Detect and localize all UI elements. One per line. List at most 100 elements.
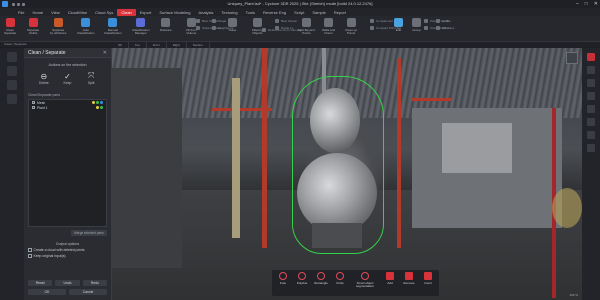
ribbon-small-label: Fill Holes xyxy=(442,26,455,30)
menu-tab[interactable]: Analysis xyxy=(194,9,217,16)
measure-icon[interactable] xyxy=(587,131,595,139)
red-pipe xyxy=(262,48,267,248)
part-checkbox[interactable] xyxy=(32,106,35,109)
ribbon-small-item[interactable]: Single xyxy=(212,19,226,24)
ribbon-button[interactable]: Separate Visible xyxy=(27,18,39,36)
close-button[interactable]: ✕ xyxy=(594,1,598,7)
menu-tab[interactable]: Script xyxy=(290,9,308,16)
ribbon-small-icon xyxy=(424,26,428,31)
pan-icon[interactable] xyxy=(587,79,595,87)
ribbon-button-icon xyxy=(161,18,171,27)
selection-tool-label: Remove xyxy=(403,281,415,285)
selection-tool-button[interactable]: Rectangle xyxy=(313,272,329,294)
selection-tool-button[interactable]: Free xyxy=(275,272,291,294)
ribbon-group-label: Clean / Separate xyxy=(4,42,27,46)
history-icon[interactable] xyxy=(7,94,17,104)
ribbon-small-icon xyxy=(262,28,266,33)
zoom-icon[interactable] xyxy=(587,92,595,100)
ribbon-button[interactable]: Filtering Objects xyxy=(252,18,263,36)
menu-tab[interactable]: CloudWise xyxy=(64,9,91,16)
menu-tab[interactable]: Tools xyxy=(242,9,259,16)
selection-tool-button[interactable]: Polyline xyxy=(294,272,310,294)
reset-button[interactable]: Reset xyxy=(28,280,53,286)
menu-tab[interactable]: Cloud Sys xyxy=(91,9,117,16)
menu-tab[interactable]: Export xyxy=(136,9,156,16)
part-checkbox[interactable] xyxy=(32,101,35,104)
redo-icon[interactable] xyxy=(22,2,25,6)
ribbon-small-item[interactable]: Divide by xyxy=(275,26,293,31)
ribbon-button[interactable]: Distance xyxy=(160,18,172,32)
merge-parts-button[interactable]: Merge selected parts xyxy=(71,230,107,236)
section-icon[interactable] xyxy=(587,118,595,126)
ribbon-small-icon xyxy=(212,19,216,24)
keep-button[interactable]: ✓ Keep xyxy=(62,71,72,86)
menu-tab[interactable]: Report xyxy=(330,9,350,16)
color-dot-icon xyxy=(96,101,99,104)
undo-icon[interactable] xyxy=(17,2,20,6)
keep-original-option[interactable]: Keep original input(s) xyxy=(28,254,111,258)
menu-tab[interactable]: Reverse Eng xyxy=(259,9,290,16)
ribbon-button-icon xyxy=(81,18,91,27)
ribbon-small-item[interactable]: Fill Holes xyxy=(436,26,455,31)
ribbon-button[interactable]: Manual Classification xyxy=(104,18,122,36)
selection-tool-button[interactable]: Remove xyxy=(401,272,417,294)
menu-tab[interactable]: Surface Modeling xyxy=(155,9,194,16)
ribbon-small-item[interactable]: Compact Point Set xyxy=(370,26,401,31)
3d-viewport[interactable] xyxy=(112,48,582,300)
view-icon[interactable] xyxy=(587,53,595,61)
ribbon-button[interactable]: Walls and Floors xyxy=(322,18,335,36)
maximize-button[interactable]: □ xyxy=(585,1,588,7)
cancel-button[interactable]: Cancel xyxy=(69,289,107,295)
ribbon-button[interactable]: Group xyxy=(412,18,421,32)
minimize-button[interactable]: – xyxy=(576,1,579,7)
create-cloud-checkbox[interactable] xyxy=(28,248,32,252)
ribbon-small-item[interactable]: Neighbours xyxy=(212,26,233,31)
undo-button[interactable]: Undo xyxy=(55,280,80,286)
fit-icon[interactable] xyxy=(587,105,595,113)
delete-button[interactable]: ⊖ Delete xyxy=(39,71,49,86)
tree-icon[interactable] xyxy=(7,52,17,62)
ribbon-small-icon xyxy=(275,26,279,31)
panel-close-icon[interactable]: ✕ xyxy=(103,48,107,58)
ribbon-small-item[interactable]: Best Cluster xyxy=(275,19,297,24)
selection-tool-button[interactable]: Smart object segmentation xyxy=(351,272,379,294)
ribbon-button[interactable]: Separate by attributes xyxy=(50,18,66,36)
settings-icon[interactable] xyxy=(587,144,595,152)
menu-tab[interactable]: Texturing xyxy=(217,9,241,16)
selection-tool-button[interactable]: Circle xyxy=(332,272,348,294)
ok-button[interactable]: OK xyxy=(28,289,66,295)
ribbon-button-icon xyxy=(28,18,38,27)
keep-original-checkbox[interactable] xyxy=(28,254,32,258)
menu-bar: File Home View CloudWise Cloud Sys Clean Expor… xyxy=(0,8,600,16)
create-cloud-option[interactable]: Create a cloud with deleted points xyxy=(28,248,111,252)
clean-separate-panel: Clean / Separate ✕ Actions on the select… xyxy=(24,48,112,300)
ribbon-button-label: Separate Visible xyxy=(27,28,40,36)
redo-button[interactable]: Redo xyxy=(82,280,107,286)
selection-tool-icon xyxy=(405,272,413,280)
split-button[interactable]: ⤧ Split xyxy=(86,71,96,85)
layers-icon[interactable] xyxy=(7,66,17,76)
ribbon-button[interactable]: Clean up Points xyxy=(345,18,357,36)
nav-cube-icon[interactable] xyxy=(566,52,578,64)
ribbon-button[interactable]: Split Beyond Points xyxy=(298,18,315,36)
menu-tab[interactable]: File xyxy=(14,9,28,16)
menu-tab[interactable]: Home xyxy=(28,9,47,16)
menu-tab[interactable]: Sample xyxy=(308,9,330,16)
ribbon-button[interactable]: Clean Separate xyxy=(4,18,16,36)
list-item[interactable]: Plant 1 xyxy=(29,105,106,110)
ribbon-small-item[interactable]: Complement xyxy=(370,19,393,24)
selection-tool-button[interactable]: Add xyxy=(382,272,398,294)
ribbon-button[interactable]: Auto Classification xyxy=(77,18,95,36)
ribbon-small-icon xyxy=(370,19,374,24)
split-icon: ⤧ xyxy=(87,71,95,80)
save-icon[interactable] xyxy=(12,2,15,6)
menu-tab[interactable]: Clean xyxy=(117,8,136,16)
ribbon-button[interactable]: Classification Manager xyxy=(132,18,150,36)
orbit-icon[interactable] xyxy=(587,66,595,74)
ribbon-small-item[interactable]: Isolate xyxy=(436,19,451,24)
color-dot-icon xyxy=(96,106,99,109)
properties-icon[interactable] xyxy=(7,80,17,90)
panel-title-text: Clean / Separate xyxy=(28,50,66,56)
selection-tool-button[interactable]: Invert xyxy=(420,272,436,294)
menu-tab[interactable]: View xyxy=(47,9,64,16)
